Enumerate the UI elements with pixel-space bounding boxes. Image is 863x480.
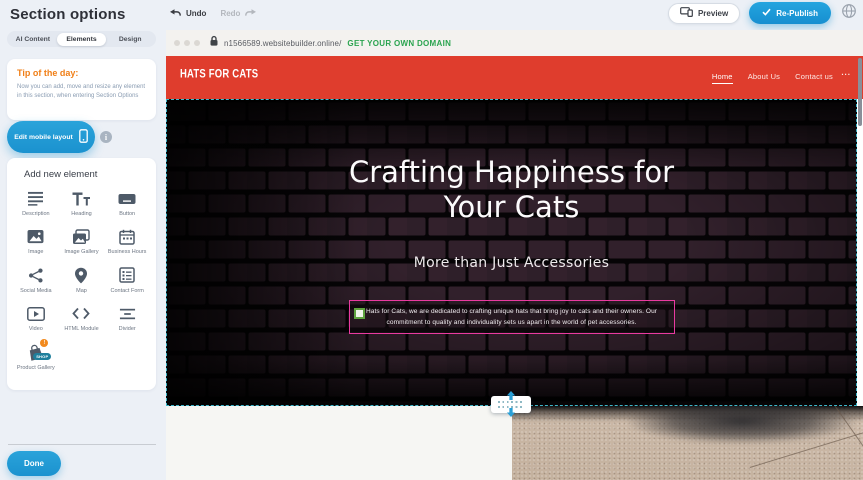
image-gallery-icon	[72, 227, 91, 246]
element-item-divider[interactable]: Divider	[104, 302, 150, 333]
element-grid: Description Heading Button Image Image Galle…	[13, 187, 150, 372]
video-icon	[26, 304, 45, 323]
product-gallery-icon: SHOP!	[26, 343, 45, 362]
element-item-label: Image	[28, 249, 43, 256]
image-icon	[26, 227, 45, 246]
done-button[interactable]: Done	[7, 451, 61, 476]
tab-design[interactable]: Design	[106, 33, 155, 46]
tab-elements[interactable]: Elements	[57, 33, 106, 46]
element-item-label: Product Gallery	[17, 365, 55, 372]
nav-about-us[interactable]: About Us	[748, 72, 780, 83]
redo-icon	[244, 8, 256, 18]
element-item-image-gallery[interactable]: Image Gallery	[59, 225, 105, 256]
redo-button[interactable]: Redo	[220, 8, 256, 18]
hero-body-text: Hats for Cats, we are dedicated to craft…	[366, 308, 657, 326]
element-item-label: Social Media	[20, 288, 52, 295]
page-title: Section options	[10, 6, 126, 23]
site-url[interactable]: n1566589.websitebuilder.online/	[224, 39, 341, 48]
social-media-icon	[26, 266, 45, 285]
element-item-product-gallery[interactable]: SHOP! Product Gallery	[13, 341, 59, 372]
scrollbar-thumb[interactable]	[858, 58, 862, 126]
nav-more-button[interactable]: ...	[841, 68, 851, 77]
nav-home[interactable]: Home	[712, 72, 733, 84]
element-item-button[interactable]: Button	[104, 187, 150, 218]
hero-vignette-overlay	[167, 100, 856, 405]
hero-heading[interactable]: Crafting Happiness for Your Cats	[328, 155, 696, 226]
site-nav: Home About Us Contact us	[712, 56, 833, 99]
element-item-label: Video	[29, 326, 43, 333]
topbar-actions: Preview Re-Publish	[668, 2, 857, 24]
language-globe-button[interactable]	[840, 5, 857, 22]
undo-button[interactable]: Undo	[170, 8, 206, 18]
element-drag-handle[interactable]	[354, 308, 365, 319]
element-item-label: Image Gallery	[64, 249, 98, 256]
undo-icon	[170, 8, 182, 18]
site-logo[interactable]: HATS FOR CATS	[180, 68, 258, 82]
element-item-label: Button	[119, 211, 135, 218]
element-item-social-media[interactable]: Social Media	[13, 264, 59, 295]
element-item-label: Business Hours	[108, 249, 147, 256]
element-item-label: Description	[22, 211, 50, 218]
globe-icon	[841, 3, 857, 24]
resize-arrow-up-icon	[506, 387, 516, 405]
element-item-heading[interactable]: Heading	[59, 187, 105, 218]
element-item-image[interactable]: Image	[13, 225, 59, 256]
selected-text-element[interactable]: Hats for Cats, we are dedicated to craft…	[349, 300, 675, 334]
resize-arrow-down-icon	[506, 404, 516, 422]
devices-icon	[680, 7, 693, 19]
html-module-icon	[72, 304, 91, 323]
check-icon	[762, 8, 771, 18]
contact-form-icon	[118, 266, 137, 285]
tab-ai-content[interactable]: AI Content	[9, 33, 58, 46]
element-item-label: Divider	[119, 326, 136, 333]
hero-subheading[interactable]: More than Just Accessories	[414, 255, 610, 271]
business-hours-icon	[118, 227, 137, 246]
notification-badge: !	[40, 339, 48, 347]
tip-title: Tip of the day:	[17, 68, 146, 78]
heading-icon	[72, 189, 91, 208]
image-shadow	[627, 406, 857, 444]
add-element-title: Add new element	[24, 169, 150, 180]
next-section-background[interactable]	[166, 406, 512, 480]
map-icon	[72, 266, 91, 285]
element-item-label: Contact Form	[111, 288, 144, 295]
description-icon	[26, 189, 45, 208]
get-domain-link[interactable]: GET YOUR OWN DOMAIN	[347, 39, 451, 48]
preview-button[interactable]: Preview	[668, 3, 740, 24]
add-element-card: Add new element Description Heading Button…	[7, 158, 156, 390]
nav-contact-us[interactable]: Contact us	[795, 72, 833, 83]
element-item-video[interactable]: Video	[13, 302, 59, 333]
next-section-image[interactable]	[512, 406, 863, 480]
button-icon	[118, 189, 137, 208]
section-resize-handle[interactable]	[491, 396, 531, 413]
site-header[interactable]: HATS FOR CATS Home About Us Contact us ...	[166, 56, 863, 99]
element-item-business-hours[interactable]: Business Hours	[104, 225, 150, 256]
website-builder-app: Section options Undo Redo Preview Re-P	[0, 0, 863, 480]
panel-tabs: AI ContentElementsDesign	[7, 31, 156, 47]
divider-icon	[118, 304, 137, 323]
tip-body: Now you can add, move and resize any ele…	[17, 83, 146, 102]
element-item-html-module[interactable]: HTML Module	[59, 302, 105, 333]
element-item-description[interactable]: Description	[13, 187, 59, 218]
element-item-label: Heading	[71, 211, 92, 218]
tip-card: Tip of the day: Now you can add, move an…	[7, 59, 156, 120]
mobile-phone-icon	[79, 129, 88, 145]
site-preview: n1566589.websitebuilder.online/ GET YOUR…	[166, 30, 863, 480]
info-icon[interactable]: i	[100, 131, 112, 143]
window-dots	[174, 40, 200, 46]
element-item-contact-form[interactable]: Contact Form	[104, 264, 150, 295]
lock-icon	[209, 34, 219, 52]
shop-badge: SHOP	[33, 353, 51, 360]
element-item-map[interactable]: Map	[59, 264, 105, 295]
undo-redo-group: Undo Redo	[170, 8, 256, 18]
panel-divider	[8, 444, 156, 445]
element-item-label: Map	[76, 288, 87, 295]
element-item-label: HTML Module	[64, 326, 98, 333]
republish-button[interactable]: Re-Publish	[749, 2, 831, 24]
edit-mobile-layout-button[interactable]: Edit mobile layout	[7, 121, 95, 153]
hero-section[interactable]: Crafting Happiness for Your Cats More th…	[166, 99, 857, 406]
browser-chrome-bar: n1566589.websitebuilder.online/ GET YOUR…	[166, 30, 863, 56]
